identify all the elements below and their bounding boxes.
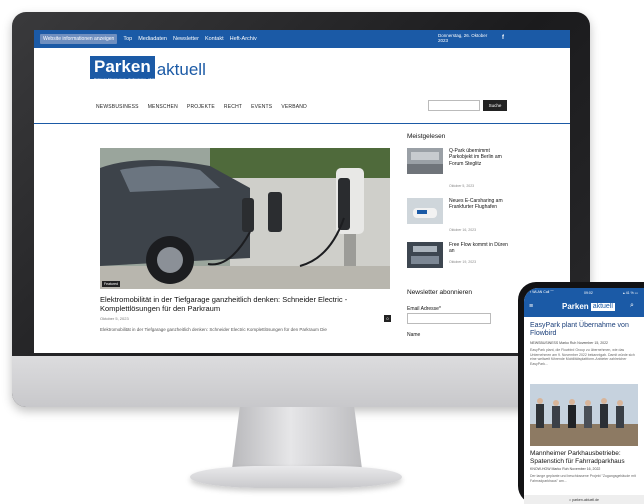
sidebar-item-title: Neues E-Carsharing am Frankfurter Flugha…: [449, 198, 503, 211]
mobile-article-title[interactable]: Mannheimer Parkhausbetriebe: Spatenstich…: [530, 450, 638, 466]
hamburger-menu-icon[interactable]: ≡: [529, 303, 533, 310]
header-divider: [34, 123, 570, 124]
phone-device: ▪ WLAN Call ⌒ 09:02 ▴ 41 % ▭ ≡ Parken ak…: [518, 282, 644, 504]
sidebar-thumbnail: [407, 242, 443, 268]
search-input[interactable]: [428, 100, 480, 111]
sidebar-heading-meistgelesen: Meistgelesen: [407, 133, 446, 140]
mobile-website: ▪ WLAN Call ⌒ 09:02 ▴ 41 % ▭ ≡ Parken ak…: [524, 288, 644, 504]
featured-article-date: Oktober 5, 2023: [100, 316, 129, 321]
monitor-chin: [12, 356, 590, 407]
sidebar-thumbnail: [407, 198, 443, 224]
name-label: Name: [407, 332, 421, 338]
mobile-article-image[interactable]: [530, 384, 638, 446]
sidebar-item[interactable]: Neues E-Carsharing am Frankfurter Flugha…: [407, 198, 517, 232]
main-nav: NEWSBUSINESS MENSCHEN PROJEKTE RECHT EVE…: [96, 104, 307, 110]
featured-article-title[interactable]: Elektromobilität in der Tiefgarage ganzh…: [100, 295, 390, 313]
mobile-article-excerpt: Der lange geplante und beschlossene Proj…: [530, 474, 636, 483]
nav-item-recht[interactable]: RECHT: [224, 104, 242, 110]
search-button[interactable]: Suche: [483, 100, 507, 111]
mobile-header: ≡ Parken aktuell ⌕: [524, 297, 644, 317]
topbar-date: Donnerstag, 26. Oktober 2023: [438, 33, 488, 43]
ev-charging-photo: [100, 148, 390, 289]
search-icon[interactable]: ⌕: [630, 302, 634, 310]
email-label: Email Adresse*: [407, 306, 441, 312]
featured-image[interactable]: Featured: [100, 148, 390, 289]
sidebar-thumbnail: [407, 148, 443, 174]
mobile-logo-parken: Parken: [562, 302, 589, 311]
desktop-website: Website informationen anzeigen Top Media…: [34, 30, 570, 353]
sidebar-item-date: Oktober 16, 2023: [449, 228, 477, 232]
nav-item-menschen[interactable]: MENSCHEN: [148, 104, 178, 110]
nav-item-events[interactable]: EVENTS: [251, 104, 272, 110]
topbar-link-heft-archiv[interactable]: Heft-Archiv: [230, 36, 257, 42]
logo-subtitle: Parkraum-Management · Technologien · Mob…: [94, 77, 160, 81]
promo-scene: Website informationen anzeigen Top Media…: [0, 0, 644, 504]
email-field[interactable]: [407, 313, 491, 324]
sidebar-item[interactable]: Q-Park übernimmt Parkobjekt im Berlin am…: [407, 148, 517, 188]
sidebar-item-title: Free Flow kommt in Düren an: [449, 242, 508, 255]
featured-article-excerpt: Elektromobilität in der Tiefgarage ganzh…: [100, 327, 327, 332]
mobile-article-meta: NEWSBUSINESS Marko Ruh November 15, 2022: [530, 341, 609, 345]
monitor-stand: [232, 407, 362, 469]
status-battery: ▴ 41 % ▭: [622, 290, 638, 295]
mobile-logo-aktuell: aktuell: [590, 303, 615, 311]
cookie-info-button[interactable]: Website informationen anzeigen: [40, 34, 118, 44]
groundbreaking-photo: [530, 384, 638, 446]
status-carrier: ▪ WLAN Call ⌒: [530, 290, 554, 294]
phone-status-bar: ▪ WLAN Call ⌒ 09:02 ▴ 41 % ▭: [524, 288, 644, 297]
mobile-article-excerpt: EasyPark plant, die Flowbird Group zu üb…: [530, 348, 635, 366]
monitor-stand-base: [190, 466, 402, 488]
facebook-icon[interactable]: f: [502, 35, 504, 41]
site-logo[interactable]: Parken aktuell: [90, 56, 206, 79]
top-bar: Website informationen anzeigen Top Media…: [34, 30, 570, 48]
sidebar-item[interactable]: Free Flow kommt in Düren an Oktober 19, …: [407, 242, 517, 276]
topbar-link-kontakt[interactable]: Kontakt: [205, 36, 224, 42]
newsletter-heading: Newsletter abonnieren: [407, 289, 473, 296]
sidebar-item-date: Oktober 5, 2023: [449, 184, 475, 188]
sidebar-item-title: Q-Park übernimmt Parkobjekt im Berlin am…: [449, 148, 502, 167]
mobile-url-bar[interactable]: ⌂ parken-aktuell.de: [524, 495, 644, 504]
nav-item-newsbusiness[interactable]: NEWSBUSINESS: [96, 104, 139, 110]
topbar-link-newsletter[interactable]: Newsletter: [173, 36, 199, 42]
logo-aktuell: aktuell: [156, 60, 206, 79]
mobile-logo[interactable]: Parken aktuell: [562, 302, 615, 311]
status-time: 09:02: [584, 290, 593, 295]
topbar-link-top[interactable]: Top: [123, 36, 132, 42]
logo-parken: Parken: [90, 56, 155, 79]
mobile-article-title[interactable]: EasyPark plant Übernahme von Flowbird: [530, 322, 638, 338]
nav-item-projekte[interactable]: PROJEKTE: [187, 104, 215, 110]
mobile-article-meta: KNOW-HOW Marko Ruh November 16, 2022: [530, 467, 601, 471]
sidebar-item-date: Oktober 19, 2023: [449, 260, 477, 264]
topbar-link-mediadaten[interactable]: Mediadaten: [138, 36, 167, 42]
featured-badge: Featured: [102, 281, 121, 287]
comment-count-badge[interactable]: 0: [384, 315, 391, 322]
nav-item-verband[interactable]: VERBAND: [281, 104, 307, 110]
